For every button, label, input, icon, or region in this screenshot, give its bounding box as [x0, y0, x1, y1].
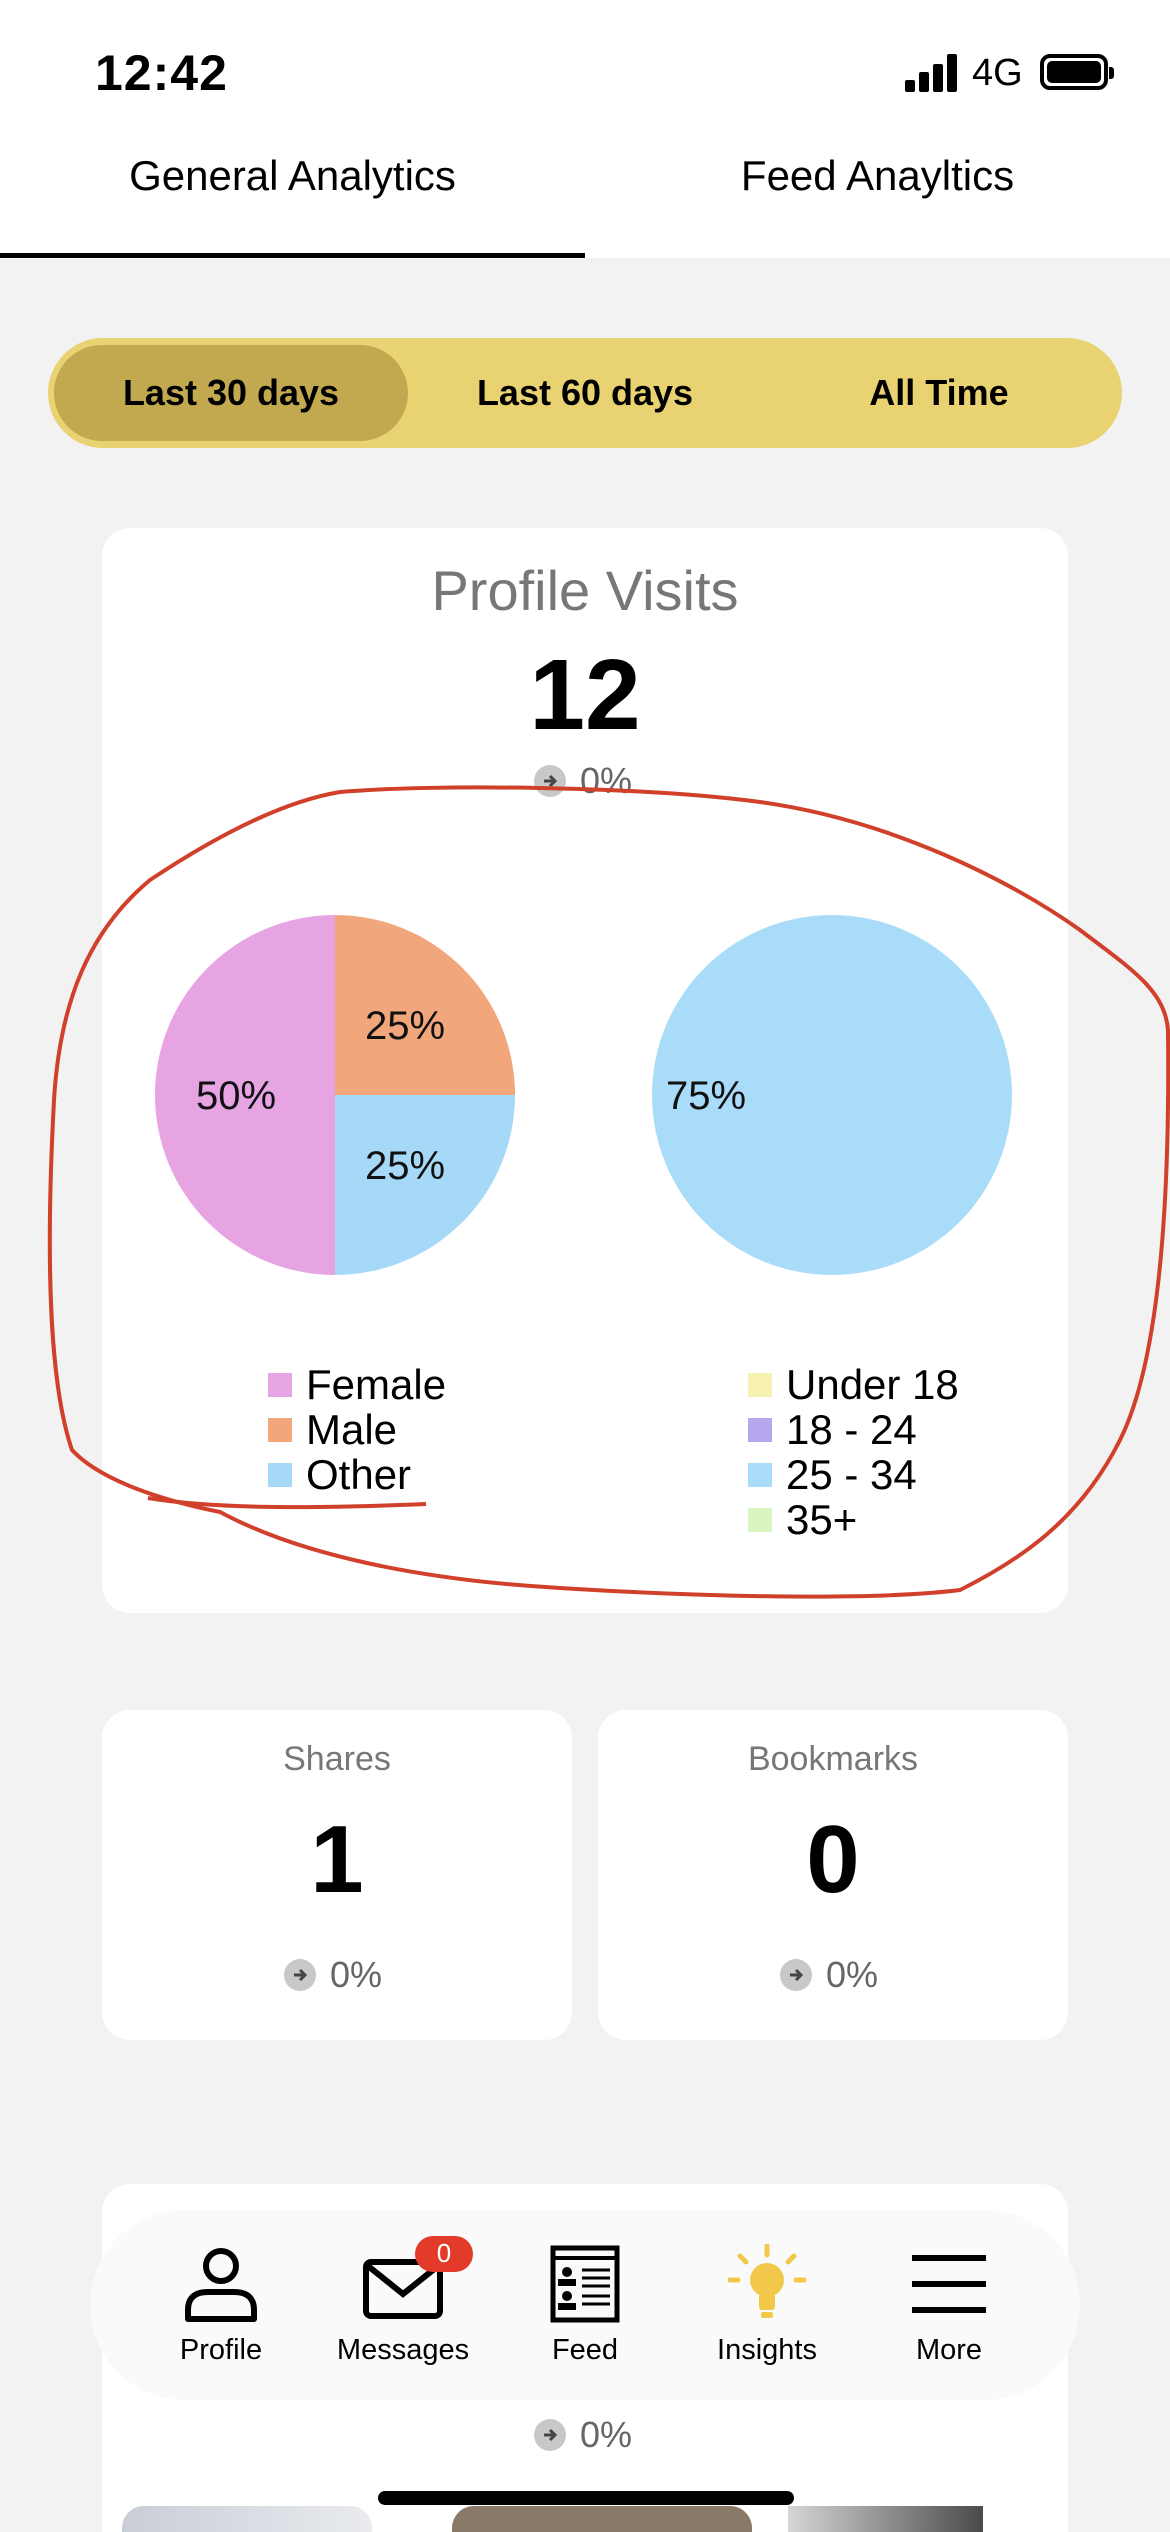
profile-visits-card: Profile Visits 12 0% 50% 25% 25% 75% Female… [102, 528, 1068, 1613]
shares-title: Shares [283, 1740, 391, 1778]
pie-value-label: 25% [365, 1144, 445, 1188]
menu-icon [912, 2254, 986, 2313]
arrow-right-icon [534, 2419, 566, 2451]
nav-feed[interactable]: Feed [505, 2244, 665, 2367]
shares-change: 0% [284, 1954, 382, 1996]
range-option-all-time[interactable]: All Time [762, 345, 1116, 441]
legend-item: Female [268, 1362, 446, 1407]
legend-swatch [268, 1372, 292, 1397]
nav-label: Insights [717, 2333, 817, 2366]
nav-more[interactable]: More [869, 2244, 1029, 2367]
bottom-card-change: 0% [534, 2414, 632, 2456]
legend-swatch [268, 1417, 292, 1442]
bookmarks-change-value: 0% [826, 1954, 879, 1995]
feed-icon [550, 2245, 620, 2322]
tab-feed-analytics[interactable]: Feed Anayltics [585, 140, 1170, 258]
bookmarks-change: 0% [780, 1954, 878, 1996]
messages-badge: 0 [415, 2235, 473, 2272]
status-time: 12:42 [95, 45, 228, 101]
bottom-navigation: Profile 0 Messages Feed Insights More [90, 2210, 1080, 2400]
legend-item: 18 - 24 [748, 1407, 959, 1452]
range-selector: Last 30 days Last 60 days All Time [48, 338, 1122, 448]
legend-swatch [748, 1462, 772, 1487]
analytics-tabs: General Analytics Feed Anayltics [0, 140, 1170, 258]
nav-messages[interactable]: 0 Messages [323, 2235, 483, 2367]
status-bar: 12:42 4G [0, 0, 1170, 140]
legend-label: 18 - 24 [786, 1406, 917, 1453]
thumbnail-image [122, 2506, 372, 2532]
nav-label: Profile [179, 2333, 263, 2366]
arrow-right-icon [284, 1959, 316, 1991]
legend-label: 35+ [786, 1496, 858, 1543]
battery-icon [1040, 54, 1114, 90]
bookmarks-title: Bookmarks [747, 1740, 919, 1778]
thumbnail-image [788, 2506, 983, 2532]
legend-label: Under 18 [786, 1361, 959, 1408]
legend-label: Female [306, 1361, 447, 1408]
lightbulb-icon [727, 2243, 807, 2318]
thumbnail-image [452, 2506, 752, 2532]
bookmarks-value: 0 [806, 1806, 860, 1913]
bookmarks-card: Bookmarks 0 0% [598, 1710, 1068, 2040]
legend-swatch [748, 1372, 772, 1397]
legend-item: Male [268, 1407, 446, 1452]
legend-label: Male [306, 1406, 398, 1453]
home-indicator [378, 2491, 794, 2505]
nav-profile[interactable]: Profile [141, 2244, 301, 2367]
range-option-30-days[interactable]: Last 30 days [54, 345, 408, 441]
legend-swatch [748, 1507, 772, 1532]
shares-card: Shares 1 0% [102, 1710, 572, 2040]
network-type: 4G [972, 52, 1023, 94]
arrow-right-icon [780, 1959, 812, 1991]
shares-change-value: 0% [330, 1954, 383, 1995]
nav-insights[interactable]: Insights [687, 2243, 847, 2367]
legend-label: Other [306, 1451, 412, 1498]
nav-label: Messages [336, 2333, 470, 2366]
tab-general-analytics[interactable]: General Analytics [0, 140, 585, 258]
legend-item: Other [268, 1452, 446, 1497]
pie-value-label: 75% [666, 1074, 746, 1118]
nav-label: More [915, 2333, 983, 2366]
pie-value-label: 50% [196, 1074, 276, 1118]
shares-value: 1 [310, 1806, 364, 1913]
range-option-60-days[interactable]: Last 60 days [408, 345, 762, 441]
person-icon [185, 2247, 257, 2322]
signal-icon [905, 52, 959, 92]
pie-value-label: 25% [365, 1004, 445, 1048]
legend-item: 25 - 34 [748, 1452, 959, 1497]
legend-label: 25 - 34 [786, 1451, 917, 1498]
legend-item: Under 18 [748, 1362, 959, 1407]
bottom-card-change-value: 0% [580, 2414, 633, 2455]
legend-swatch [268, 1462, 292, 1487]
nav-label: Feed [551, 2333, 619, 2366]
age-legend: Under 18 18 - 24 25 - 34 35+ [748, 1362, 959, 1542]
legend-swatch [748, 1417, 772, 1442]
gender-legend: Female Male Other [268, 1362, 446, 1497]
legend-item: 35+ [748, 1497, 959, 1542]
